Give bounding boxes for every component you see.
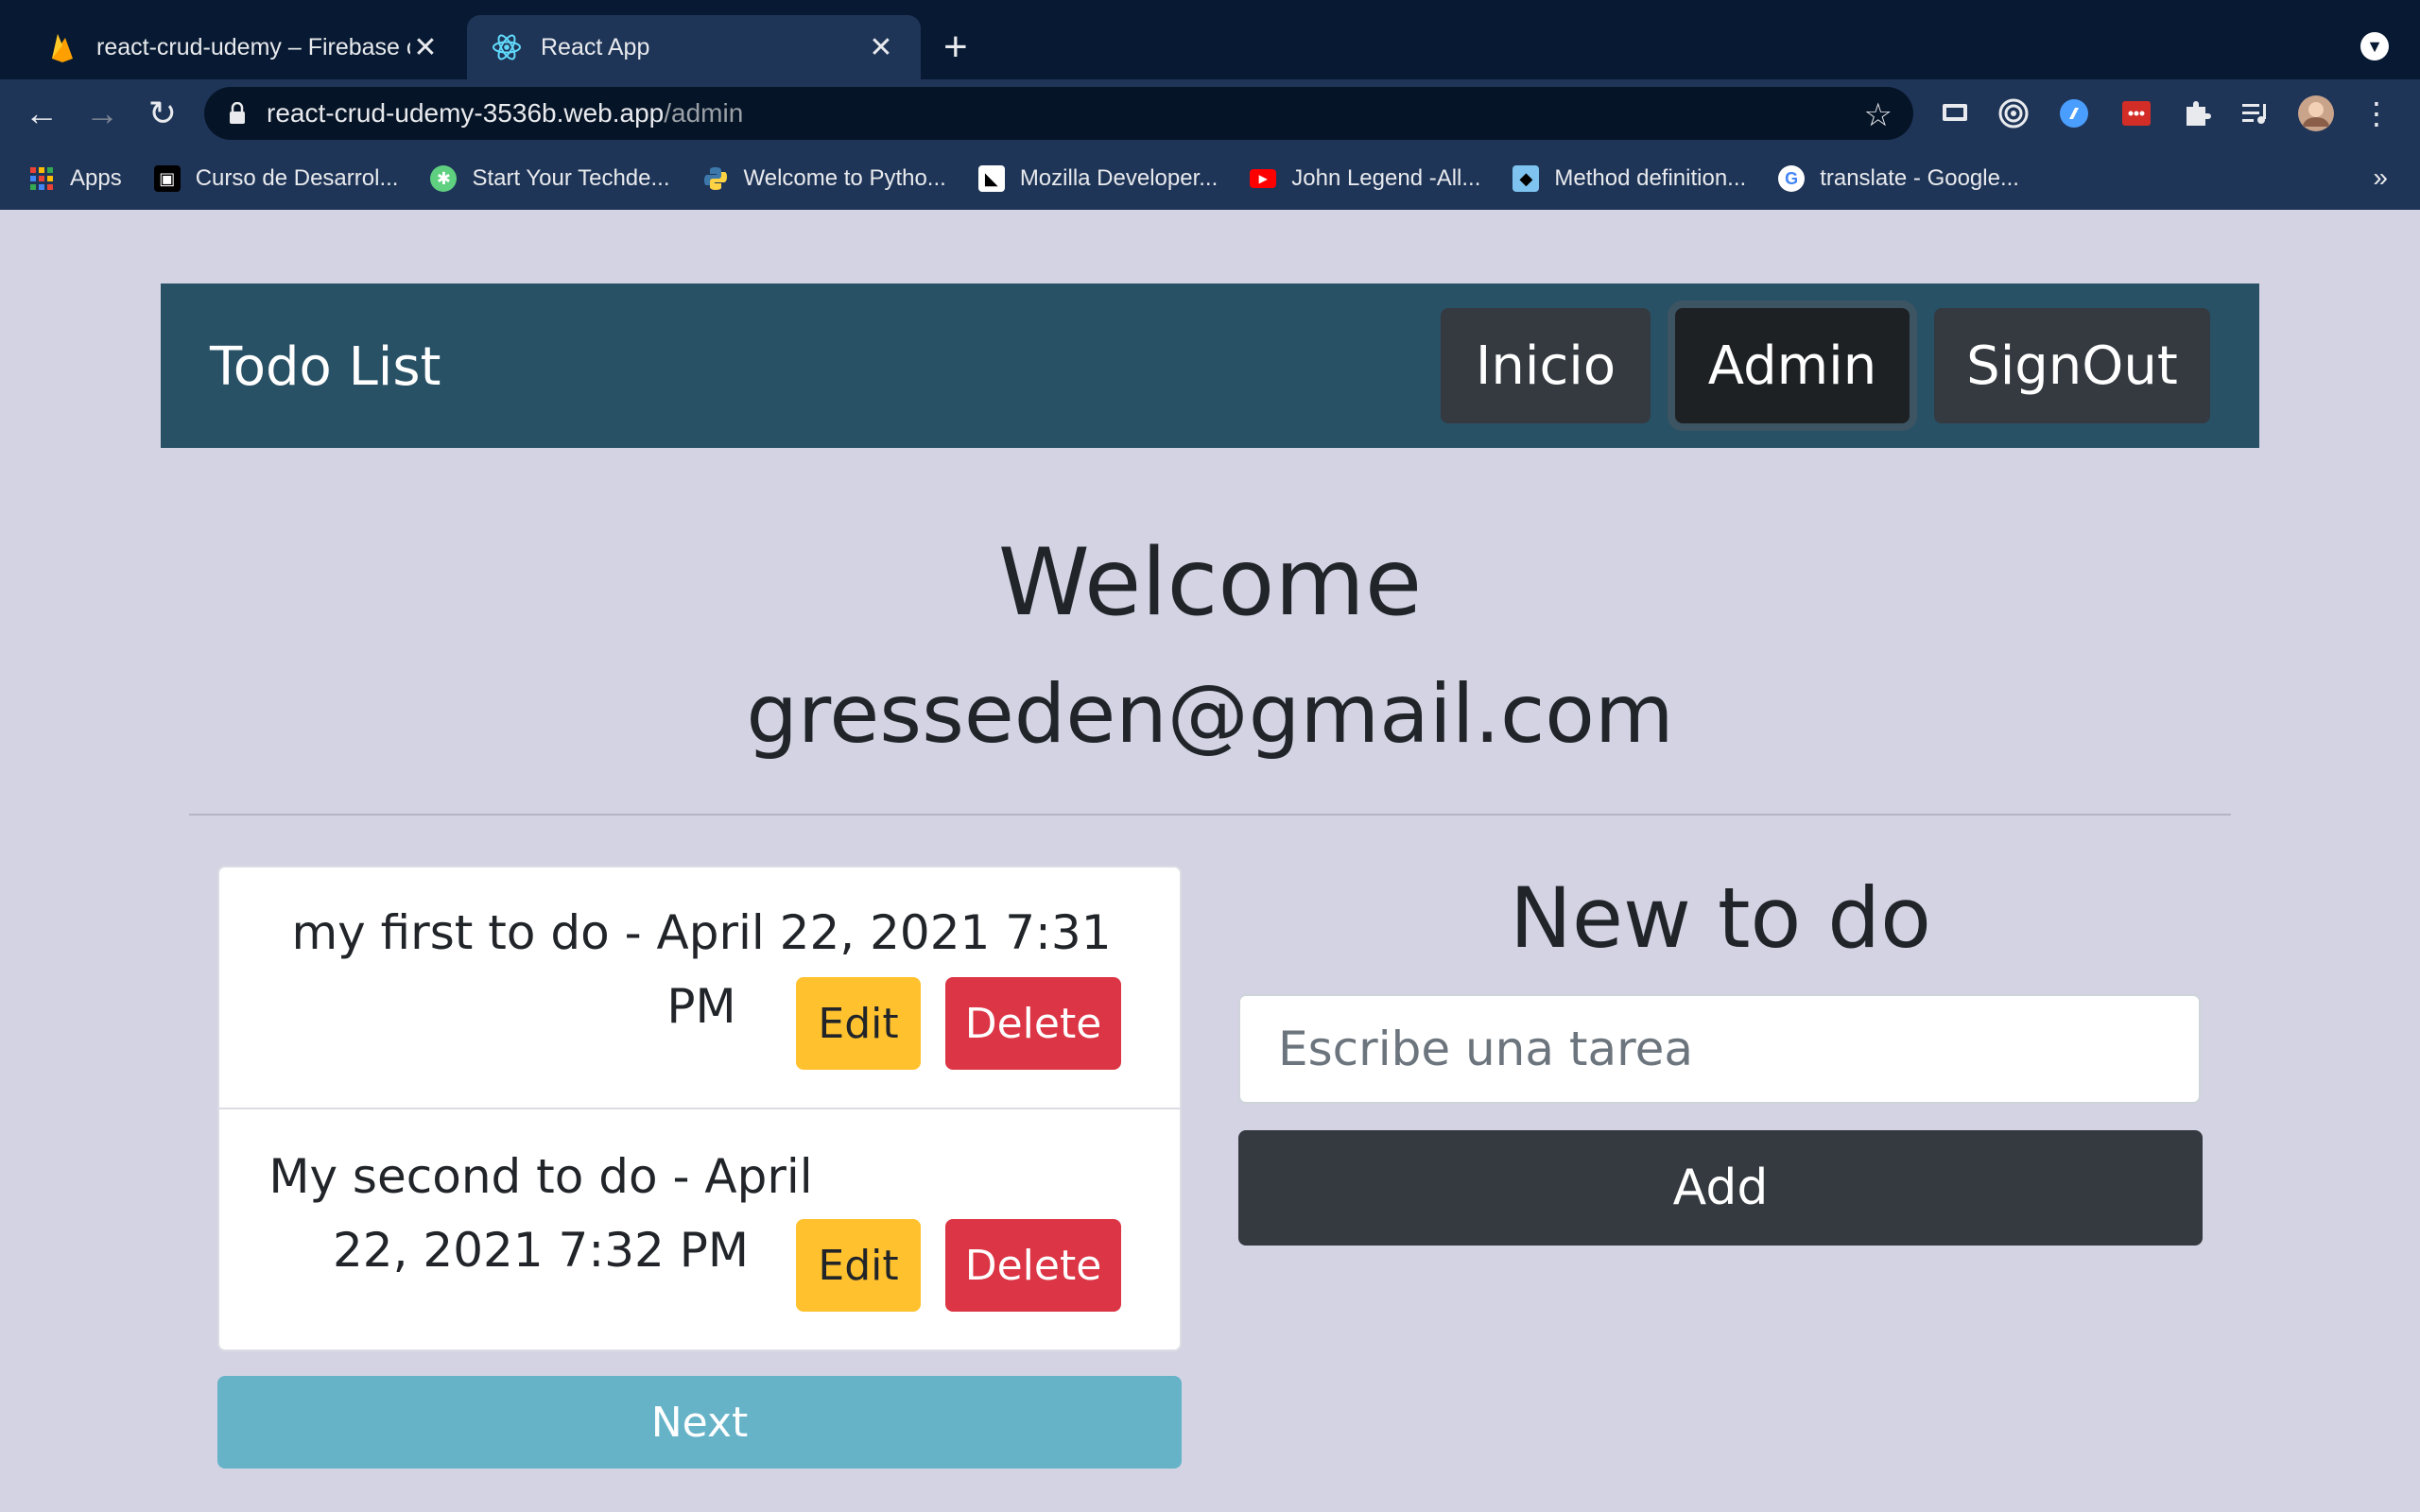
tab-react-app[interactable]: React App ✕ bbox=[467, 15, 921, 79]
bookmark-translate[interactable]: G translate - Google... bbox=[1778, 165, 2019, 192]
close-tab-icon[interactable]: ✕ bbox=[866, 31, 896, 64]
close-tab-icon[interactable]: ✕ bbox=[410, 31, 441, 64]
forward-arrow-icon[interactable]: → bbox=[81, 93, 123, 134]
lastpass-extension-icon[interactable] bbox=[2118, 94, 2155, 132]
delete-button[interactable]: Delete bbox=[945, 977, 1121, 1070]
todo-input[interactable] bbox=[1238, 994, 2201, 1104]
edit-button[interactable]: Edit bbox=[796, 977, 921, 1070]
bookmarks-overflow-icon[interactable]: » bbox=[2373, 163, 2388, 193]
bookmark-techdegree[interactable]: ✱ Start Your Techde... bbox=[430, 165, 670, 192]
welcome-heading: Welcome bbox=[997, 529, 1423, 637]
robot-icon: ▣ bbox=[153, 165, 181, 192]
signout-button[interactable]: SignOut bbox=[1934, 308, 2210, 423]
firebase-icon bbox=[47, 32, 78, 62]
admin-button[interactable]: Admin bbox=[1675, 308, 1910, 423]
bookmark-label: Mozilla Developer... bbox=[1019, 165, 1219, 191]
delete-button[interactable]: Delete bbox=[945, 1219, 1121, 1312]
bookmark-curso[interactable]: ▣ Curso de Desarrol... bbox=[153, 165, 399, 192]
browser-toolbar: ← → ↻ react-crud-udemy-3536b.web.app/adm… bbox=[0, 79, 2420, 147]
user-email: gresseden@gmail.com bbox=[746, 667, 1674, 762]
bookmark-python[interactable]: Welcome to Pytho... bbox=[702, 165, 946, 192]
google-icon: G bbox=[1778, 165, 1806, 192]
target-extension-icon[interactable] bbox=[1995, 94, 2032, 132]
list-item: My second to do - April 22, 2021 7:32 PM… bbox=[219, 1109, 1180, 1351]
inicio-button[interactable]: Inicio bbox=[1441, 308, 1651, 423]
method-icon: ◆ bbox=[1512, 165, 1540, 192]
bookmarks-bar: Apps ▣ Curso de Desarrol... ✱ Start Your… bbox=[0, 147, 2420, 210]
tab-title: React App bbox=[541, 33, 650, 60]
navbar-buttons: Inicio Admin SignOut bbox=[1441, 308, 2210, 423]
tab-firebase[interactable]: react-crud-udemy – Firebase c ✕ bbox=[23, 15, 465, 79]
profile-avatar[interactable] bbox=[2297, 94, 2335, 132]
todo-text: My second to do - April 22, 2021 7:32 PM bbox=[268, 1149, 813, 1278]
youtube-icon: ▶ bbox=[1250, 169, 1277, 188]
reload-icon[interactable]: ↻ bbox=[142, 93, 183, 134]
bookmark-star-icon[interactable]: ☆ bbox=[1864, 96, 1893, 134]
bookmark-label: Apps bbox=[70, 165, 122, 191]
media-queue-icon[interactable] bbox=[2237, 94, 2274, 132]
apps-grid-icon bbox=[28, 165, 55, 192]
url-host: react-crud-udemy-3536b.web.app bbox=[267, 98, 665, 128]
url-text: react-crud-udemy-3536b.web.app/admin bbox=[267, 98, 743, 129]
puzzle-extensions-icon[interactable] bbox=[2178, 94, 2216, 132]
bookmark-label: Curso de Desarrol... bbox=[195, 165, 399, 191]
navbar-brand[interactable]: Todo List bbox=[210, 336, 441, 398]
bookmark-label: Method definition... bbox=[1554, 165, 1747, 191]
compass-extension-icon[interactable] bbox=[2055, 94, 2093, 132]
lock-icon bbox=[225, 99, 250, 128]
new-todo-title: New to do bbox=[1510, 869, 1931, 967]
bookmark-label: Welcome to Pytho... bbox=[743, 165, 946, 191]
cast-extension-icon[interactable] bbox=[1936, 94, 1974, 132]
back-arrow-icon[interactable]: ← bbox=[21, 93, 62, 134]
bookmark-label: John Legend -All... bbox=[1291, 165, 1481, 191]
url-path: /admin bbox=[664, 98, 744, 128]
bookmark-apps[interactable]: Apps bbox=[28, 165, 122, 192]
todo-list: my first to do - April 22, 2021 7:31 PM … bbox=[217, 866, 1182, 1351]
tab-title: react-crud-udemy – Firebase c bbox=[96, 33, 410, 60]
react-icon bbox=[492, 32, 522, 62]
browser-tabstrip: react-crud-udemy – Firebase c ✕ React Ap… bbox=[0, 0, 2420, 79]
bookmark-method[interactable]: ◆ Method definition... bbox=[1512, 165, 1746, 192]
edit-button[interactable]: Edit bbox=[796, 1219, 921, 1312]
bookmark-mdn[interactable]: ◣ Mozilla Developer... bbox=[977, 165, 1219, 192]
app-navbar: Todo List Inicio Admin SignOut bbox=[161, 284, 2259, 448]
next-button[interactable]: Next bbox=[217, 1376, 1182, 1469]
python-icon bbox=[702, 165, 729, 192]
address-bar[interactable]: react-crud-udemy-3536b.web.app/admin ☆ bbox=[204, 87, 1913, 140]
add-button[interactable]: Add bbox=[1238, 1130, 2203, 1246]
new-tab-icon[interactable]: + bbox=[943, 26, 968, 68]
list-item: my first to do - April 22, 2021 7:31 PM … bbox=[219, 868, 1180, 1109]
mdn-icon: ◣ bbox=[977, 165, 1005, 192]
bookmark-youtube[interactable]: ▶ John Legend -All... bbox=[1250, 165, 1480, 192]
divider bbox=[189, 814, 2231, 816]
techdegree-icon: ✱ bbox=[430, 165, 458, 192]
browser-menu-icon[interactable]: ⋮ bbox=[2358, 94, 2395, 132]
bookmark-label: Start Your Techde... bbox=[472, 165, 670, 191]
tab-search-icon[interactable]: ▼ bbox=[2360, 32, 2389, 60]
bookmark-label: translate - Google... bbox=[1820, 165, 2019, 191]
